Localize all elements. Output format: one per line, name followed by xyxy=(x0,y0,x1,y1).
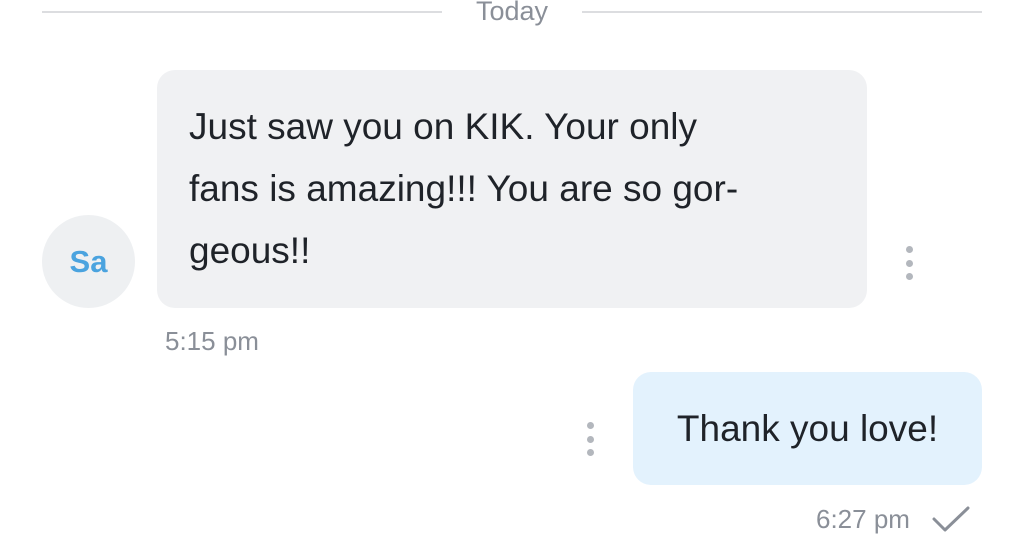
message-text-line: geous!! xyxy=(189,230,311,271)
outgoing-message-bubble[interactable]: Thank you love! xyxy=(633,372,982,485)
outgoing-message-time: 6:27 pm xyxy=(816,504,910,534)
incoming-message-time: 5:15 pm xyxy=(165,326,259,356)
chat-thread: Today Sa Just saw you on KIK. Your only … xyxy=(0,0,1024,555)
message-options-icon[interactable] xyxy=(903,246,915,280)
message-text: Thank you love! xyxy=(676,407,939,449)
message-options-icon[interactable] xyxy=(584,422,596,456)
message-text-line: Just saw you on KIK. Your only xyxy=(189,106,698,147)
date-divider-line-left xyxy=(42,11,442,13)
date-divider-line-right xyxy=(582,11,982,13)
sender-avatar[interactable]: Sa xyxy=(42,215,135,308)
message-text-line: fans is amazing!!! You are so gor- xyxy=(189,168,739,209)
incoming-message-bubble[interactable]: Just saw you on KIK. Your only fans is a… xyxy=(157,70,867,308)
date-divider-label: Today xyxy=(475,0,549,26)
avatar-initials: Sa xyxy=(69,243,108,279)
check-icon xyxy=(932,506,970,532)
